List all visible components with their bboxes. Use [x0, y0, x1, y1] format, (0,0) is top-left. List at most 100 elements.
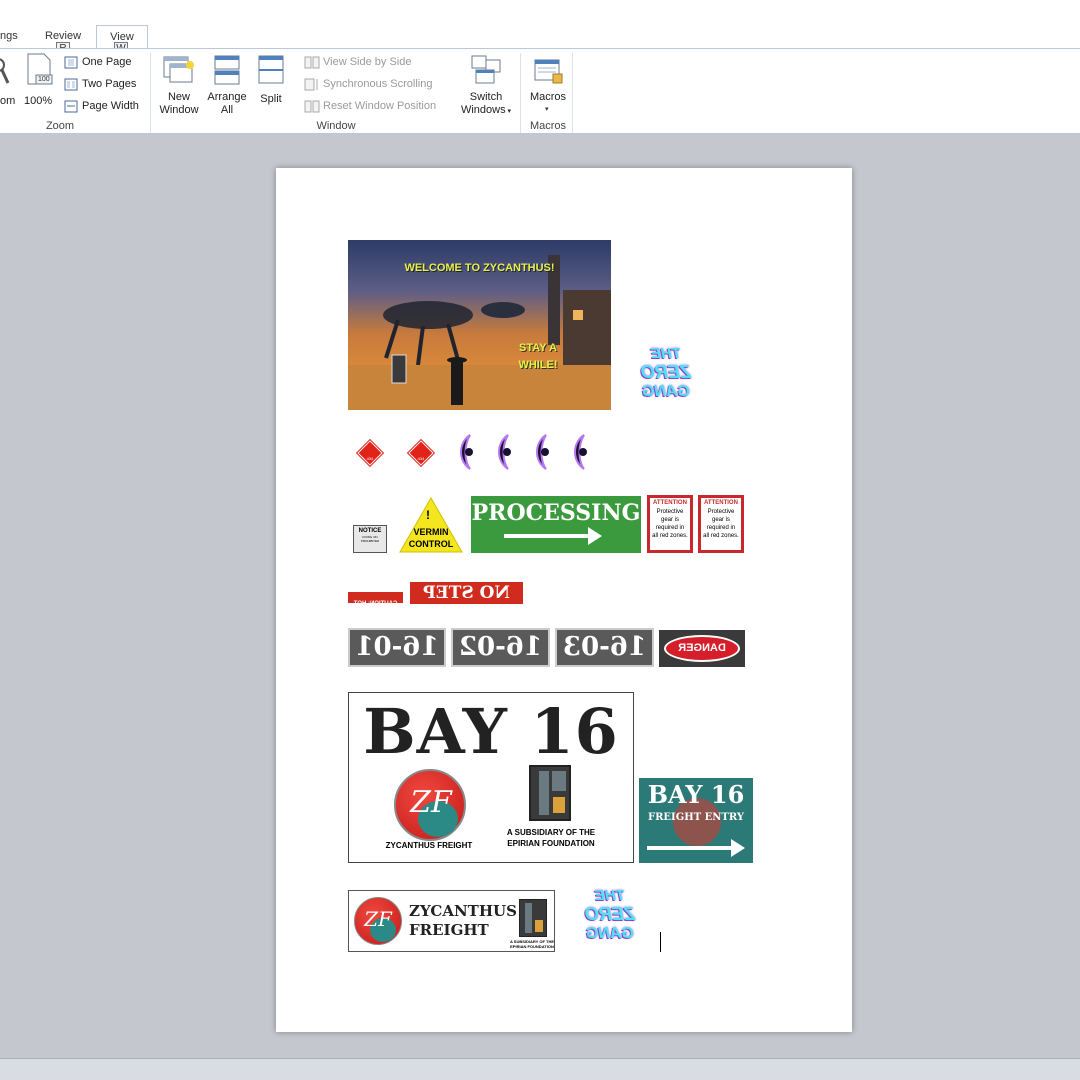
processing-sign: PROCESSING [471, 496, 641, 553]
graffiti-word-3: GANG [586, 925, 634, 942]
graffiti-logo: THE ZERO GANG [562, 886, 658, 952]
zoom-button[interactable]: om [0, 53, 18, 113]
attention-body: Protective gear is required in all red z… [703, 509, 739, 539]
epirian-logo-small [519, 899, 547, 937]
attention-title: ATTENTION [653, 500, 687, 506]
graffiti-word-1: THE [651, 345, 681, 362]
synchronous-scrolling-button[interactable]: Synchronous Scrolling [302, 77, 447, 93]
group-separator [520, 53, 521, 133]
tab-review[interactable]: Review [45, 30, 81, 42]
bay16-sign: BAY 16 ZF ZYCANTHUS FREIGHT A SUBSIDIARY… [348, 692, 634, 863]
macros-group-label: Macros [529, 120, 567, 132]
macros-button[interactable]: Macros ▾ [526, 53, 570, 117]
danger-sign: DANGER [659, 630, 745, 667]
notice-title: NOTICE [358, 528, 382, 534]
macros-icon [534, 59, 563, 84]
ribbon: om 100 100% One Page Two Pages Page Widt… [0, 48, 1080, 134]
bay-code-sign: 16-03 [555, 628, 654, 667]
zoom-100-button[interactable]: 100 100% [24, 53, 56, 113]
page-width-button[interactable]: Page Width [62, 99, 147, 115]
switch-windows-button[interactable]: Switch Windows ▾ [456, 53, 516, 117]
graffiti-logo: THE ZERO GANG [618, 344, 714, 410]
subsidiary-line-2: EPIRIAN FOUNDATION [507, 839, 595, 848]
notice-body: DOING ON PROHIBITED [360, 535, 380, 543]
page-width-icon [64, 100, 78, 113]
new-window-label-1: New [167, 91, 190, 103]
reset-window-position-button[interactable]: Reset Window Position [302, 99, 447, 115]
zf-logo-small: ZF [354, 897, 402, 945]
caution-hot-label: CAUTION: HOT [348, 592, 403, 607]
bay-code-text: 16-01 [355, 632, 439, 662]
view-side-by-side-button[interactable]: View Side by Side [302, 55, 447, 71]
one-page-icon [64, 56, 78, 69]
epirian-logo-bar [552, 771, 566, 791]
zoom-group-label: Zoom [45, 120, 75, 132]
group-separator [150, 53, 151, 133]
reset-window-position-icon [304, 100, 320, 113]
swirl-icon [498, 434, 511, 470]
split-button[interactable]: Split [252, 53, 290, 117]
bay-code-sign: 16-01 [348, 628, 446, 667]
attention-title: ATTENTION [704, 500, 738, 506]
macros-label: Macros [529, 91, 567, 103]
zoom-100-label: 100% [24, 95, 53, 107]
one-page-label: One Page [82, 56, 132, 68]
two-pages-label: Two Pages [82, 78, 137, 90]
vermin-line-1: VERMIN [413, 527, 449, 537]
bay16-title: BAY 16 [363, 695, 619, 768]
bay-code-text: 16-03 [562, 632, 647, 662]
arrange-all-icon [214, 55, 240, 85]
zoom-icon [0, 58, 10, 84]
status-bar [0, 1058, 1080, 1080]
zf-banner-line-2: FREIGHT [409, 921, 489, 939]
zoom-label: om [0, 95, 16, 107]
split-label: Split [260, 93, 282, 105]
ribbon-tab-row: ngs Review R View W [0, 0, 1080, 56]
document-page[interactable]: WELCOME TO ZYCANTHUS! STAY A WHILE! THE Z… [276, 168, 852, 1032]
notice-sign: NOTICE DOING ON PROHIBITED [353, 525, 387, 553]
view-side-by-side-label: View Side by Side [323, 56, 412, 68]
page-width-label: Page Width [82, 100, 139, 112]
two-pages-button[interactable]: Two Pages [62, 77, 147, 93]
bay16-entry-title: BAY 16 [647, 780, 745, 809]
hazard-diamond-2 [406, 438, 436, 468]
processing-text: PROCESSING [471, 500, 641, 526]
danger-text: DANGER [678, 642, 726, 654]
synchronous-scrolling-label: Synchronous Scrolling [323, 78, 433, 90]
caution-hot-text: CAUTION: HOT [353, 601, 398, 607]
synchronous-scrolling-icon [304, 78, 318, 91]
epirian-logo-bar [539, 771, 549, 815]
epirian-logo-accent [553, 797, 565, 813]
vermin-text: VERMIN CONTROL [400, 526, 462, 550]
epirian-logo-small-bar [525, 903, 532, 933]
view-side-by-side-icon [304, 56, 320, 69]
no-step-text: NO STEP [423, 583, 510, 603]
switch-windows-label-2: Windows [460, 104, 506, 116]
no-step-label: NO STEP [410, 582, 523, 604]
dropdown-arrow-icon: ▾ [545, 106, 549, 113]
swirl-icon [536, 434, 549, 470]
switch-windows-label: Switch Windows ▾ [456, 91, 516, 118]
text-cursor [660, 932, 661, 952]
one-page-button[interactable]: One Page [62, 55, 147, 71]
warning-exclamation-icon: ! [426, 508, 430, 522]
stay-line-2: WHILE! [518, 359, 558, 371]
bay16-freight-entry-sign: BAY 16 FREIGHT ENTRY [639, 778, 753, 863]
subsidiary-line-1: A SUBSIDIARY OF THE [506, 828, 596, 837]
reset-window-position-label: Reset Window Position [323, 100, 437, 112]
stay-line-1: STAY A [519, 342, 557, 354]
graffiti-word-2: ZERO [585, 904, 636, 924]
attention-body: Protective gear is required in all red z… [652, 509, 688, 539]
new-window-button[interactable]: New Window [156, 53, 202, 117]
arrow-right-icon [647, 839, 745, 857]
window-group-label: Window [316, 120, 356, 132]
zf-banner-subsidiary: A SUBSIDIARY OF THE EPIRIAN FOUNDATION [509, 939, 555, 949]
hazard-diamond-code: 434 [366, 456, 374, 461]
tab-partial[interactable]: ngs [0, 30, 18, 42]
arrange-all-button[interactable]: Arrange All [204, 53, 250, 117]
graffiti-word-2: ZERO [641, 362, 692, 382]
bay-code-sign: 16-02 [451, 628, 550, 667]
graffiti-word-1: THE [595, 887, 625, 904]
welcome-text: WELCOME TO ZYCANTHUS! [404, 262, 555, 274]
swirl-icon [460, 434, 473, 470]
